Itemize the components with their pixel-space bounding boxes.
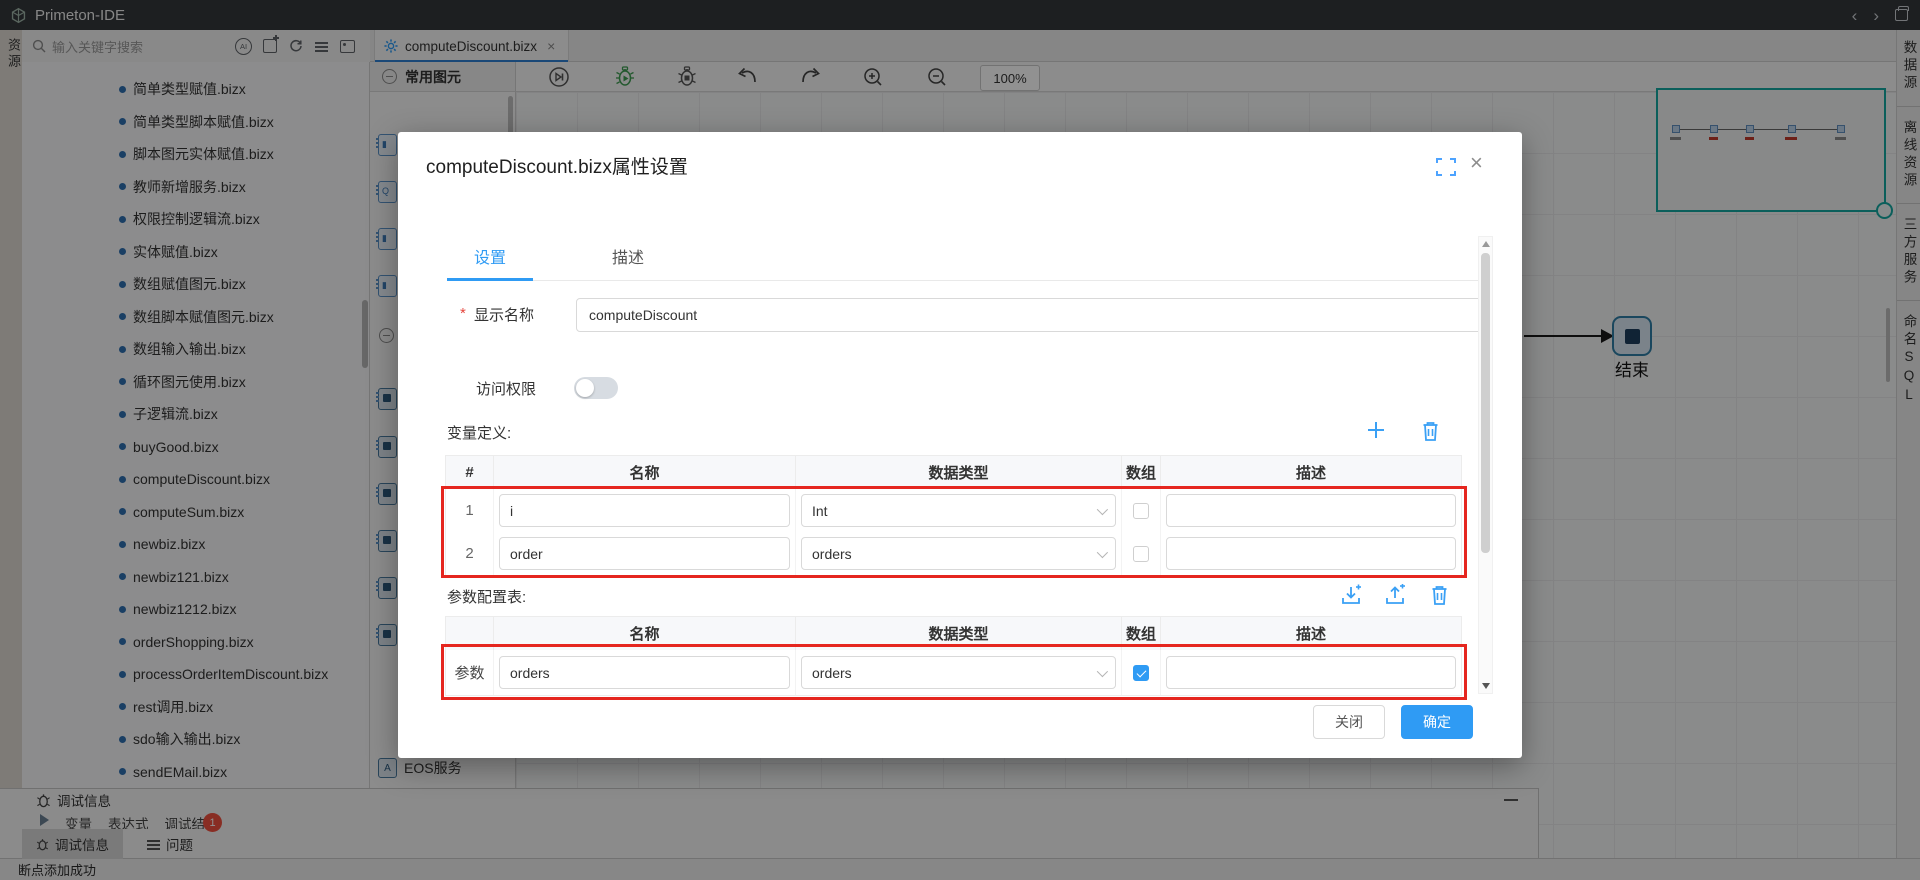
variable-row: 2 orders bbox=[446, 532, 1461, 575]
params-section-label: 参数配置表: bbox=[447, 586, 526, 607]
app-window: Primeton-IDE ‹ › 资源 输入关键字搜索 AI bbox=[0, 0, 1920, 880]
param-row: 参数 orders bbox=[446, 650, 1461, 695]
dialog-title: computeDiscount.bizx属性设置 bbox=[426, 152, 688, 179]
delete-param-icon[interactable] bbox=[1429, 584, 1450, 606]
variable-name-input[interactable] bbox=[499, 537, 790, 570]
scrollbar-thumb[interactable] bbox=[1481, 253, 1490, 553]
display-name-label: 显示名称 bbox=[474, 304, 534, 325]
properties-dialog: computeDiscount.bizx属性设置 × 设置 描述 * 显示名称 … bbox=[398, 132, 1522, 758]
variables-table-header: # 名称 数据类型 数组 描述 bbox=[446, 456, 1461, 489]
access-label: 访问权限 bbox=[476, 378, 536, 399]
variable-row: 1 Int bbox=[446, 489, 1461, 532]
param-array-checkbox[interactable] bbox=[1133, 665, 1149, 681]
variables-section-label: 变量定义: bbox=[447, 422, 511, 443]
tab-divider bbox=[447, 280, 1486, 281]
ok-button[interactable]: 确定 bbox=[1401, 705, 1473, 739]
import-params-icon[interactable] bbox=[1340, 584, 1362, 606]
variable-array-checkbox[interactable] bbox=[1133, 503, 1149, 519]
display-name-input[interactable] bbox=[576, 298, 1484, 332]
param-name-input[interactable] bbox=[499, 656, 790, 689]
variable-desc-input[interactable] bbox=[1166, 537, 1456, 570]
required-mark: * bbox=[460, 305, 466, 322]
dialog-scrollbar[interactable] bbox=[1478, 236, 1493, 694]
active-tab-indicator bbox=[447, 278, 533, 281]
variable-type-select[interactable]: Int bbox=[801, 494, 1116, 527]
maximize-dialog-icon[interactable] bbox=[1436, 158, 1456, 176]
param-type-select[interactable]: orders bbox=[801, 656, 1116, 689]
export-params-icon[interactable] bbox=[1384, 584, 1406, 606]
scroll-down-icon[interactable] bbox=[1482, 683, 1490, 689]
variable-desc-input[interactable] bbox=[1166, 494, 1456, 527]
access-toggle[interactable] bbox=[574, 377, 618, 399]
param-desc-input[interactable] bbox=[1166, 656, 1456, 689]
dialog-tab-description[interactable]: 描述 bbox=[612, 244, 644, 268]
delete-variable-icon[interactable] bbox=[1420, 420, 1441, 442]
add-variable-icon[interactable] bbox=[1364, 418, 1388, 442]
variables-table: # 名称 数据类型 数组 描述 1 Int 2 orders bbox=[445, 455, 1462, 576]
close-button[interactable]: 关闭 bbox=[1313, 705, 1385, 739]
variable-type-select[interactable]: orders bbox=[801, 537, 1116, 570]
dialog-tab-settings[interactable]: 设置 bbox=[474, 244, 506, 268]
close-dialog-icon[interactable]: × bbox=[1470, 150, 1483, 176]
variable-array-checkbox[interactable] bbox=[1133, 546, 1149, 562]
params-table-header: 名称 数据类型 数组 描述 bbox=[446, 617, 1461, 650]
variable-name-input[interactable] bbox=[499, 494, 790, 527]
params-table: 名称 数据类型 数组 描述 参数 orders bbox=[445, 616, 1462, 696]
scroll-up-icon[interactable] bbox=[1482, 241, 1490, 247]
